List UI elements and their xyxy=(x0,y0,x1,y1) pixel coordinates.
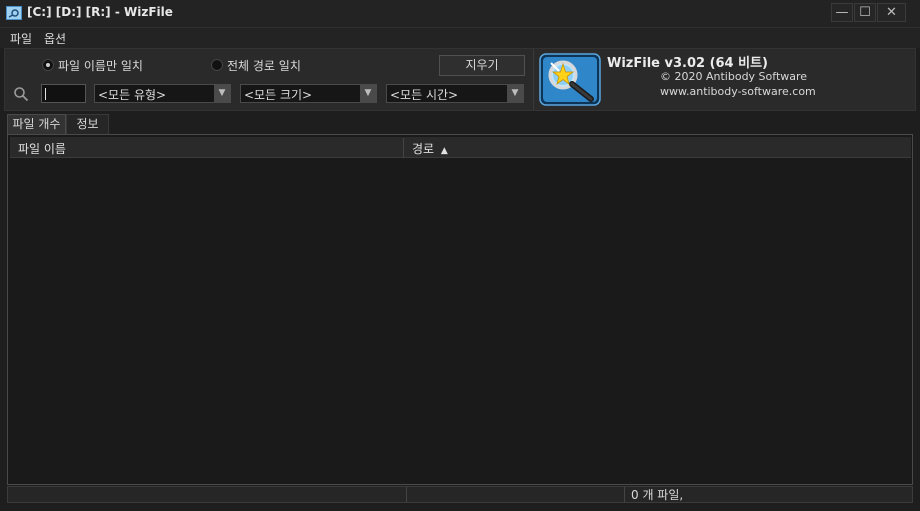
menu-options[interactable]: 옵션 xyxy=(44,30,66,47)
filename-only-label[interactable]: 파일 이름만 일치 xyxy=(58,57,143,74)
magnifier-icon xyxy=(14,87,29,102)
size-filter-value: <모든 크기> xyxy=(244,88,313,102)
menu-bar xyxy=(0,28,920,48)
sort-ascending-icon: ▲ xyxy=(440,146,448,156)
wizard-magnifier-logo xyxy=(539,53,601,106)
panel-divider xyxy=(533,49,534,110)
results-list[interactable] xyxy=(7,134,913,485)
app-icon xyxy=(6,6,22,20)
file-count-status: 0 개 파일, xyxy=(631,488,684,502)
status-bar xyxy=(7,486,913,503)
clear-button[interactable]: 지우기 xyxy=(439,55,525,76)
text-caret xyxy=(45,88,46,100)
time-filter-select[interactable]: <모든 시간> ▼ xyxy=(386,84,524,103)
column-header-name[interactable]: 파일 이름 xyxy=(18,140,66,157)
search-input[interactable] xyxy=(41,84,86,103)
website-link[interactable]: www.antibody-software.com xyxy=(660,85,816,98)
status-divider xyxy=(406,487,407,502)
column-header-path-label: 경로 xyxy=(412,142,435,156)
minimize-icon[interactable]: — xyxy=(831,3,853,22)
chevron-down-icon[interactable]: ▼ xyxy=(214,85,230,102)
window-title: [C:] [D:] [R:] - WizFile xyxy=(27,5,173,19)
type-filter-value: <모든 유형> xyxy=(98,88,167,102)
chevron-down-icon[interactable]: ▼ xyxy=(507,85,523,102)
full-path-radio[interactable] xyxy=(211,59,223,71)
column-resize-handle[interactable] xyxy=(403,138,404,158)
filename-only-radio[interactable] xyxy=(42,59,54,71)
size-filter-select[interactable]: <모든 크기> ▼ xyxy=(240,84,377,103)
menu-file[interactable]: 파일 xyxy=(10,30,32,47)
status-divider xyxy=(624,487,625,502)
list-header xyxy=(10,137,911,158)
type-filter-select[interactable]: <모든 유형> ▼ xyxy=(94,84,231,103)
tab-info[interactable]: 정보 xyxy=(66,114,109,134)
time-filter-value: <모든 시간> xyxy=(390,88,459,102)
maximize-icon[interactable]: ☐ xyxy=(854,3,876,22)
close-icon[interactable]: ✕ xyxy=(877,3,906,22)
copyright-text: © 2020 Antibody Software xyxy=(660,70,808,83)
chevron-down-icon[interactable]: ▼ xyxy=(360,85,376,102)
app-name: WizFile v3.02 (64 비트) xyxy=(607,56,768,71)
full-path-label[interactable]: 전체 경로 일치 xyxy=(227,57,301,74)
tab-file-count[interactable]: 파일 개수 xyxy=(7,114,66,134)
column-header-path[interactable]: 경로 ▲ xyxy=(412,140,448,157)
